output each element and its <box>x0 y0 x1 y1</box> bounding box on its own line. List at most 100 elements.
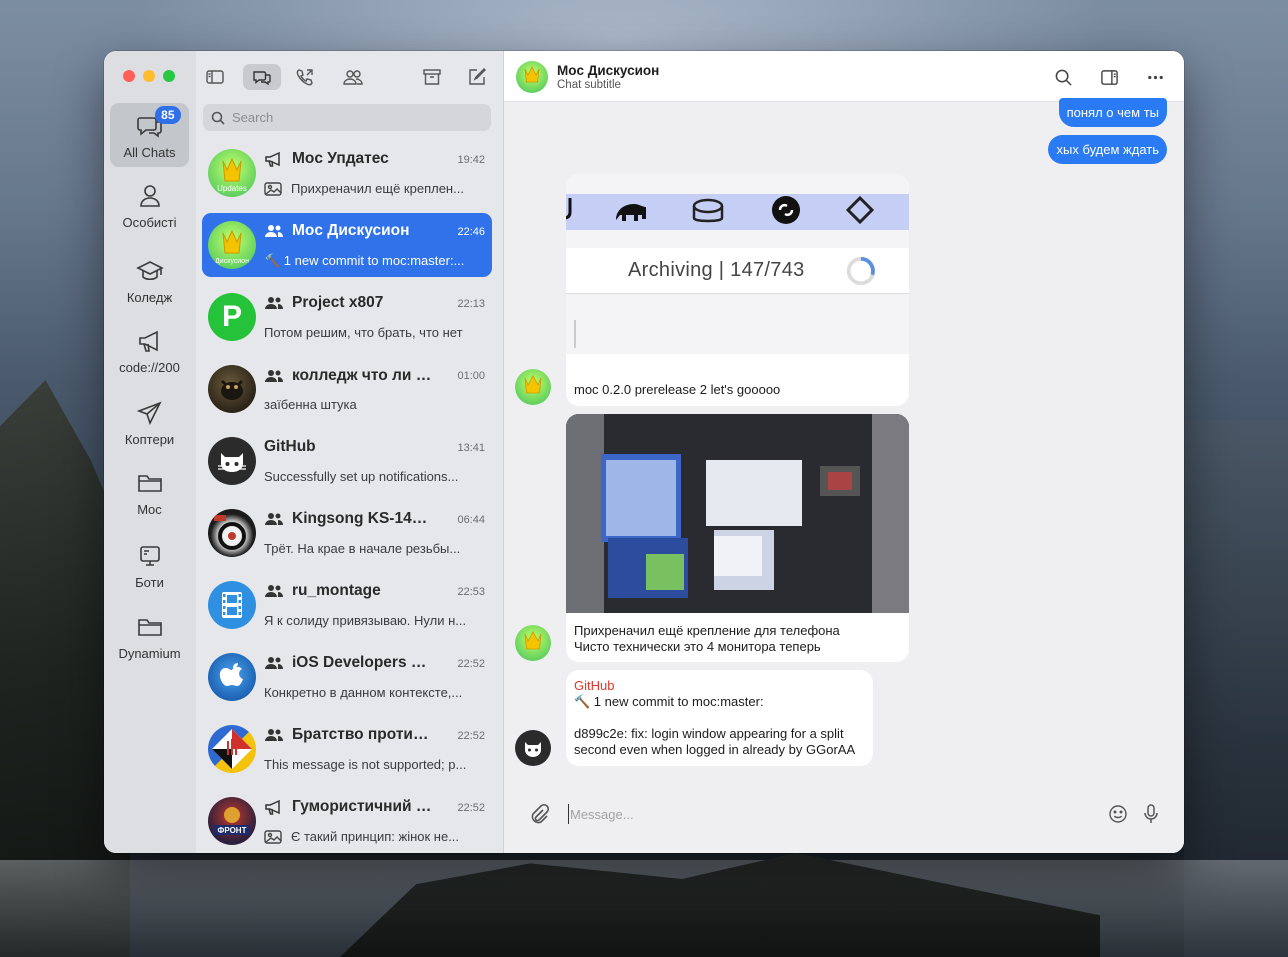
chat-item-moc-updates[interactable]: Updates Moc Упдатес 19:42 Прихреначил ещ… <box>202 141 492 205</box>
avatar: P <box>208 293 256 341</box>
emoji-button[interactable] <box>1108 804 1128 824</box>
attach-button[interactable] <box>528 803 550 825</box>
chat-preview: Конкретно в данном контексте,... <box>264 685 463 700</box>
chat-time: 22:52 <box>457 658 485 670</box>
message-line: second even when logged in already by GG… <box>574 742 856 757</box>
avatar: ФРОНТ <box>208 797 256 845</box>
message-input[interactable] <box>568 804 1088 824</box>
chat-preview: Трёт. На крае в начале резьбы... <box>264 541 461 556</box>
chat-time: 22:46 <box>457 226 485 238</box>
more-options-button[interactable] <box>1144 66 1166 88</box>
search-field[interactable] <box>203 104 491 131</box>
toggle-info-panel-button[interactable] <box>1098 66 1120 88</box>
graduation-cap-icon <box>135 256 165 286</box>
moc-logo-icon <box>524 375 542 394</box>
message-caption: moc 0.2.0 prerelease 2 let's gooooo <box>574 382 781 397</box>
zoom-window-button[interactable] <box>163 70 175 82</box>
group-icon <box>264 368 284 384</box>
chat-time: 06:44 <box>457 514 485 526</box>
chat-item-project-x807[interactable]: P Project x807 22:13 Потом решим, что бр… <box>202 285 492 349</box>
chat-preview: заїбенна штука <box>264 397 357 412</box>
search-chat-button[interactable] <box>1052 66 1074 88</box>
caption-line: Чисто технически это 4 монитора теперь <box>574 639 821 654</box>
message-text: 🔨 1 new commit to moc:master: d899c2e: f… <box>574 694 865 758</box>
sender-avatar[interactable] <box>515 730 551 766</box>
chats-icon: 85 <box>135 106 181 141</box>
incoming-message-photo[interactable]: Прихреначил ещё крепление для телефона Ч… <box>566 414 909 662</box>
avatar <box>208 365 256 413</box>
toggle-sidebar-button[interactable] <box>196 64 234 90</box>
chat-title: колледж что ли 😋... <box>264 366 434 385</box>
outgoing-message[interactable]: понял о чем ты <box>1058 98 1167 127</box>
chat-item-github[interactable]: GitHub 13:41 Successfully set up notific… <box>202 429 492 493</box>
chat-title: Moc Упдатес <box>264 150 434 168</box>
chat-item-humor-front[interactable]: ФРОНТ Гумористичний ф... 22:52 Є такий п… <box>202 789 492 853</box>
folder-label: Dynamium <box>118 646 181 661</box>
chat-item-moc-discussion[interactable]: Дискусион Moc Дискусион 22:46 🔨 1 new co… <box>202 213 492 277</box>
chat-list-panel: Updates Moc Упдатес 19:42 Прихреначил ещ… <box>196 51 504 853</box>
folder-dynamium[interactable]: Dynamium <box>110 604 189 668</box>
folder-label: Moc <box>137 502 162 517</box>
chat-item-brotherhood[interactable]: Братство против... 22:52 This message is… <box>202 717 492 781</box>
text-cursor-line <box>574 320 576 348</box>
avatar: Updates <box>208 149 256 197</box>
app-window: 85 All Chats Особисті Коледж code://200 <box>104 51 1184 853</box>
outgoing-message[interactable]: хых будем ждать <box>1048 135 1167 164</box>
folder-moc[interactable]: Moc <box>110 460 189 524</box>
person-icon <box>135 181 165 211</box>
folder-label: code://200 <box>119 360 180 375</box>
message-sender-name[interactable]: GitHub <box>574 678 865 694</box>
sender-avatar[interactable] <box>515 369 551 405</box>
chat-title: Kingsong KS-14M... <box>264 510 434 528</box>
chat-preview: Є такий принцип: жінок не... <box>264 829 480 844</box>
chat-preview: Successfully set up notifications... <box>264 469 459 484</box>
calls-tab-button[interactable] <box>286 64 324 90</box>
folder-all-chats[interactable]: 85 All Chats <box>110 103 189 167</box>
group-icon <box>264 295 284 311</box>
folder-label: Коледж <box>126 290 173 305</box>
compose-icon <box>469 68 486 85</box>
folder-college[interactable]: Коледж <box>110 248 189 312</box>
screenshot-image[interactable]: Archiving | 147/743 <box>566 174 909 354</box>
voice-record-button[interactable] <box>1141 803 1161 825</box>
moc-logo-icon <box>524 631 542 650</box>
archiving-status: Archiving | 147/743 <box>628 259 805 281</box>
chat-item-college[interactable]: колледж что ли 😋... 01:00 заїбенна штука <box>202 357 492 421</box>
chats-tab-button[interactable] <box>243 64 281 90</box>
chat-item-kingsong[interactable]: Kingsong KS-14M... 06:44 Трёт. На крае в… <box>202 501 492 565</box>
github-cat-icon <box>525 742 541 757</box>
avatar: Дискусион <box>208 221 256 269</box>
folder-personal[interactable]: Особисті <box>110 173 189 237</box>
group-icon <box>264 655 284 671</box>
folder-label: Особисті <box>122 215 177 230</box>
folder-bots[interactable]: Боти <box>110 533 189 597</box>
chat-header-title[interactable]: Moc Дискусион <box>557 63 659 78</box>
folder-label: Боти <box>135 575 164 590</box>
photo-image[interactable] <box>566 414 909 613</box>
caption-line: Прихреначил ещё крепление для телефона <box>574 623 840 638</box>
archive-button[interactable] <box>413 64 451 90</box>
chat-preview: 🔨 1 new commit to moc:master:... <box>264 253 465 268</box>
chat-time: 22:52 <box>457 730 485 742</box>
close-window-button[interactable] <box>123 70 135 82</box>
search-input[interactable] <box>232 110 472 125</box>
incoming-message-screenshot[interactable]: Archiving | 147/743 moc 0.2.0 prerelease… <box>566 174 909 406</box>
chat-item-ios-developers[interactable]: iOS Developers —... 22:52 Конкретно в да… <box>202 645 492 709</box>
chat-avatar[interactable] <box>516 61 548 93</box>
contacts-tab-button[interactable] <box>334 64 372 90</box>
group-icon <box>264 727 284 743</box>
chat-time: 01:00 <box>457 370 485 382</box>
front-logo-icon: ФРОНТ <box>214 807 250 835</box>
incoming-message-github[interactable]: GitHub 🔨 1 new commit to moc:master: d89… <box>566 670 873 766</box>
compose-button[interactable] <box>458 64 496 90</box>
chat-item-ru-montage[interactable]: ru_montage 22:53 Я к солиду привязываю. … <box>202 573 492 637</box>
github-cat-icon <box>218 453 246 472</box>
chat-preview: Прихреначил ещё креплен... <box>264 181 480 196</box>
image-icon <box>264 829 282 844</box>
minimize-window-button[interactable] <box>143 70 155 82</box>
chat-preview: Я к солиду привязываю. Нули н... <box>264 613 467 628</box>
avatar <box>208 653 256 701</box>
sender-avatar[interactable] <box>515 625 551 661</box>
folder-code200[interactable]: code://200 <box>110 318 189 382</box>
folder-copters[interactable]: Коптери <box>110 390 189 454</box>
